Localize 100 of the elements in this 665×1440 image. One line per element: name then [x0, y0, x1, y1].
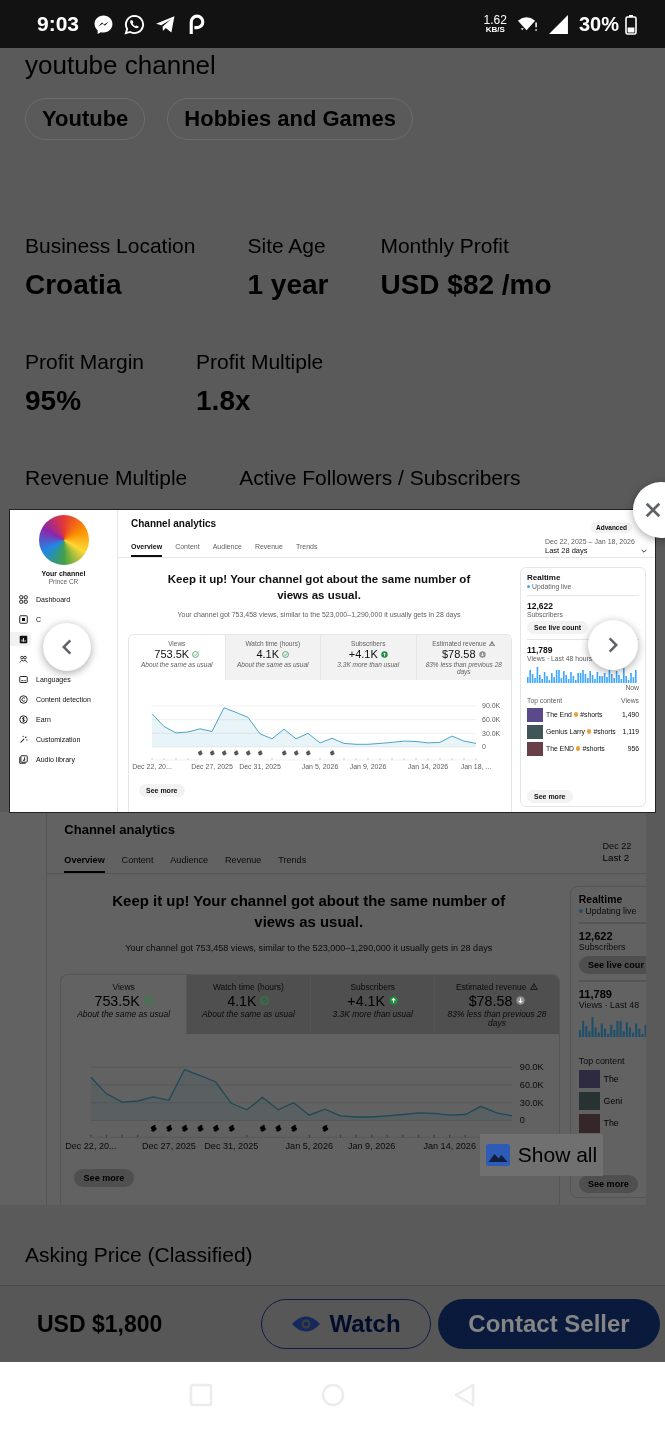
x-axis-label: Jan 9, 2026	[348, 1141, 396, 1152]
price: USD $1,800	[37, 1310, 163, 1338]
metric-note: About the same as usual	[200, 1010, 296, 1020]
earn-icon	[19, 714, 28, 724]
stat-label: Profit Margin	[25, 349, 145, 375]
y-axis-label: 90.0K	[520, 1062, 544, 1073]
realtime-title: Realtime	[527, 573, 561, 582]
video-marker-icon[interactable]	[281, 750, 287, 756]
eye-icon	[291, 1315, 322, 1333]
live-status: Updating live	[585, 905, 637, 916]
chevron-right-icon	[608, 636, 618, 654]
arrow-down-circle-icon	[516, 996, 526, 1006]
video-marker-icon[interactable]	[329, 750, 335, 756]
views-count: 11,789	[527, 645, 553, 655]
sparkline-drawing	[578, 1016, 646, 1038]
battery-percent: 30%	[578, 12, 619, 36]
video-marker-icon[interactable]	[233, 750, 239, 756]
realtime-title: Realtime	[578, 893, 623, 905]
metric-value: $78.58	[441, 648, 476, 660]
video-marker-icon[interactable]	[197, 1124, 204, 1132]
subscriber-count: 12,622	[578, 930, 613, 943]
y-axis-label: 60.0K	[520, 1079, 544, 1090]
show-all-button[interactable]: Show all	[480, 1134, 603, 1176]
avatar	[38, 515, 89, 565]
video-marker-icon[interactable]	[182, 1124, 189, 1132]
metric-label: Estimated revenue	[455, 981, 527, 992]
video-title: Geni	[603, 1096, 623, 1107]
metric-label: Views	[112, 981, 135, 992]
network-speed: 1.62	[483, 14, 507, 26]
chevron-down-icon[interactable]	[640, 549, 647, 553]
stat-value: Croatia	[25, 268, 123, 302]
clock: 9:03	[37, 12, 80, 36]
x-axis-label: Dec 22, 20...	[65, 1141, 118, 1152]
video-marker-icon[interactable]	[213, 1124, 220, 1132]
video-marker-icon[interactable]	[229, 1124, 236, 1132]
video-title: The	[603, 1074, 619, 1085]
arrow-up-circle-icon	[388, 996, 399, 1006]
analytics-icon	[19, 634, 28, 644]
video-title: The	[603, 1118, 619, 1129]
chat-bubble-icon	[93, 13, 115, 35]
arrow-down-circle-icon	[478, 650, 486, 658]
metric-value: $78.58	[468, 992, 513, 1009]
contact-seller-button[interactable]: Contact Seller	[438, 1299, 660, 1349]
content-icon	[19, 614, 28, 624]
top-content-label: Top content	[578, 1055, 625, 1066]
headline: Keep it up! Your channel got about the same number of views as usual.	[111, 891, 507, 933]
video-marker-icon[interactable]	[275, 1124, 282, 1132]
metric-value: 4.1K	[256, 648, 280, 660]
video-marker-icon[interactable]	[260, 1124, 267, 1132]
page-title: Channel analytics	[64, 822, 176, 838]
signal-icon	[547, 13, 569, 35]
video-marker-icon[interactable]	[197, 750, 203, 756]
metric-note: 3.3K more than usual	[331, 1010, 414, 1020]
date-range: Dec 22	[602, 840, 632, 851]
stat-label: Revenue Multiple	[25, 465, 188, 491]
x-axis-label: Jan 14, 2026	[423, 1141, 477, 1152]
headline: Keep it up! Your channel got about the same number of views as usual.	[166, 572, 472, 603]
customization-icon	[19, 734, 28, 744]
stat-label: Monthly Profit	[380, 233, 510, 259]
metric-note: About the same as usual	[76, 1010, 172, 1020]
stat-value: 95%	[25, 384, 83, 418]
video-marker-icon[interactable]	[257, 750, 263, 756]
live-dot	[578, 908, 583, 913]
metric-value: 753.5K	[94, 992, 140, 1009]
y-axis-label: 30.0K	[520, 1097, 544, 1108]
video-marker-icon[interactable]	[293, 750, 299, 756]
views-count: 11,789	[578, 988, 612, 1001]
check-circle-icon	[143, 996, 153, 1006]
y-axis-label: 0	[520, 1115, 526, 1126]
dashboard-icon	[19, 594, 28, 604]
image-icon	[485, 1144, 510, 1166]
arrow-up-circle-icon	[380, 650, 388, 658]
views-label: Views · Last 48	[578, 1000, 640, 1011]
subscribers-label: Subscribers	[578, 942, 626, 953]
check-circle-icon	[260, 996, 270, 1006]
video-marker-icon[interactable]	[245, 750, 251, 756]
metric-value: 4.1K	[227, 992, 257, 1009]
video-marker-icon[interactable]	[221, 750, 227, 756]
metric-value: +4.1K	[347, 992, 386, 1009]
summary-text: Your channel got 753,458 views, similar to the 523,000–1,290,000 it usually gets in 28 days	[125, 943, 493, 954]
x-axis-label: Jan 5, 2026	[286, 1141, 334, 1152]
phone-bubble-icon	[124, 13, 146, 35]
stat-label: Active Followers / Subscribers	[239, 465, 521, 491]
asking-price-label: Asking Price (Classified)	[25, 1242, 254, 1268]
listing-title: youtube channel	[25, 50, 217, 80]
video-marker-icon[interactable]	[322, 1124, 329, 1132]
check-circle-icon	[192, 650, 200, 658]
video-marker-icon[interactable]	[166, 1124, 173, 1132]
video-marker-icon[interactable]	[305, 750, 311, 756]
video-marker-icon[interactable]	[151, 1124, 158, 1132]
sidebar-item[interactable]	[10, 632, 31, 646]
stat-label: Business Location	[25, 233, 196, 259]
video-marker-icon[interactable]	[209, 750, 215, 756]
video-marker-icon[interactable]	[291, 1124, 298, 1132]
x-axis-label: Dec 31, 2025	[204, 1141, 259, 1152]
x-axis-label: Dec 27, 2025	[142, 1141, 197, 1152]
metric-label: Subscribers	[350, 981, 395, 992]
audio-icon	[19, 754, 28, 764]
stat-label: Profit Multiple	[196, 349, 324, 375]
network-speed-unit: KB/S	[485, 26, 505, 34]
